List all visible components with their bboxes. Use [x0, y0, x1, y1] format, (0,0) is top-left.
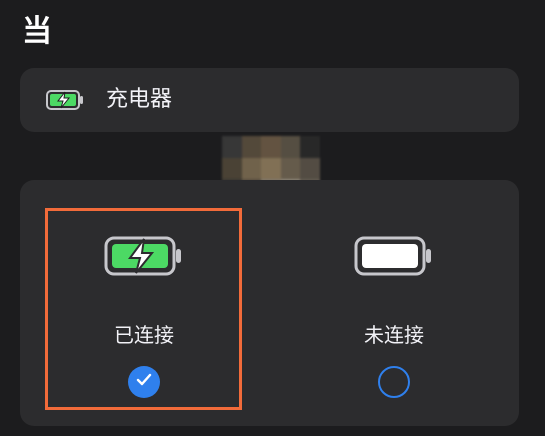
- option-disconnected-label: 未连接: [364, 323, 424, 347]
- page-title: 当: [22, 14, 52, 49]
- battery-charging-icon: [46, 90, 84, 114]
- option-disconnected[interactable]: 未连接: [294, 180, 494, 426]
- charger-row[interactable]: 充电器: [20, 68, 519, 132]
- unselected-radio[interactable]: [378, 366, 410, 398]
- battery-full-icon: [354, 236, 434, 280]
- selection-highlight-frame: [45, 208, 242, 410]
- charger-label: 充电器: [106, 87, 173, 112]
